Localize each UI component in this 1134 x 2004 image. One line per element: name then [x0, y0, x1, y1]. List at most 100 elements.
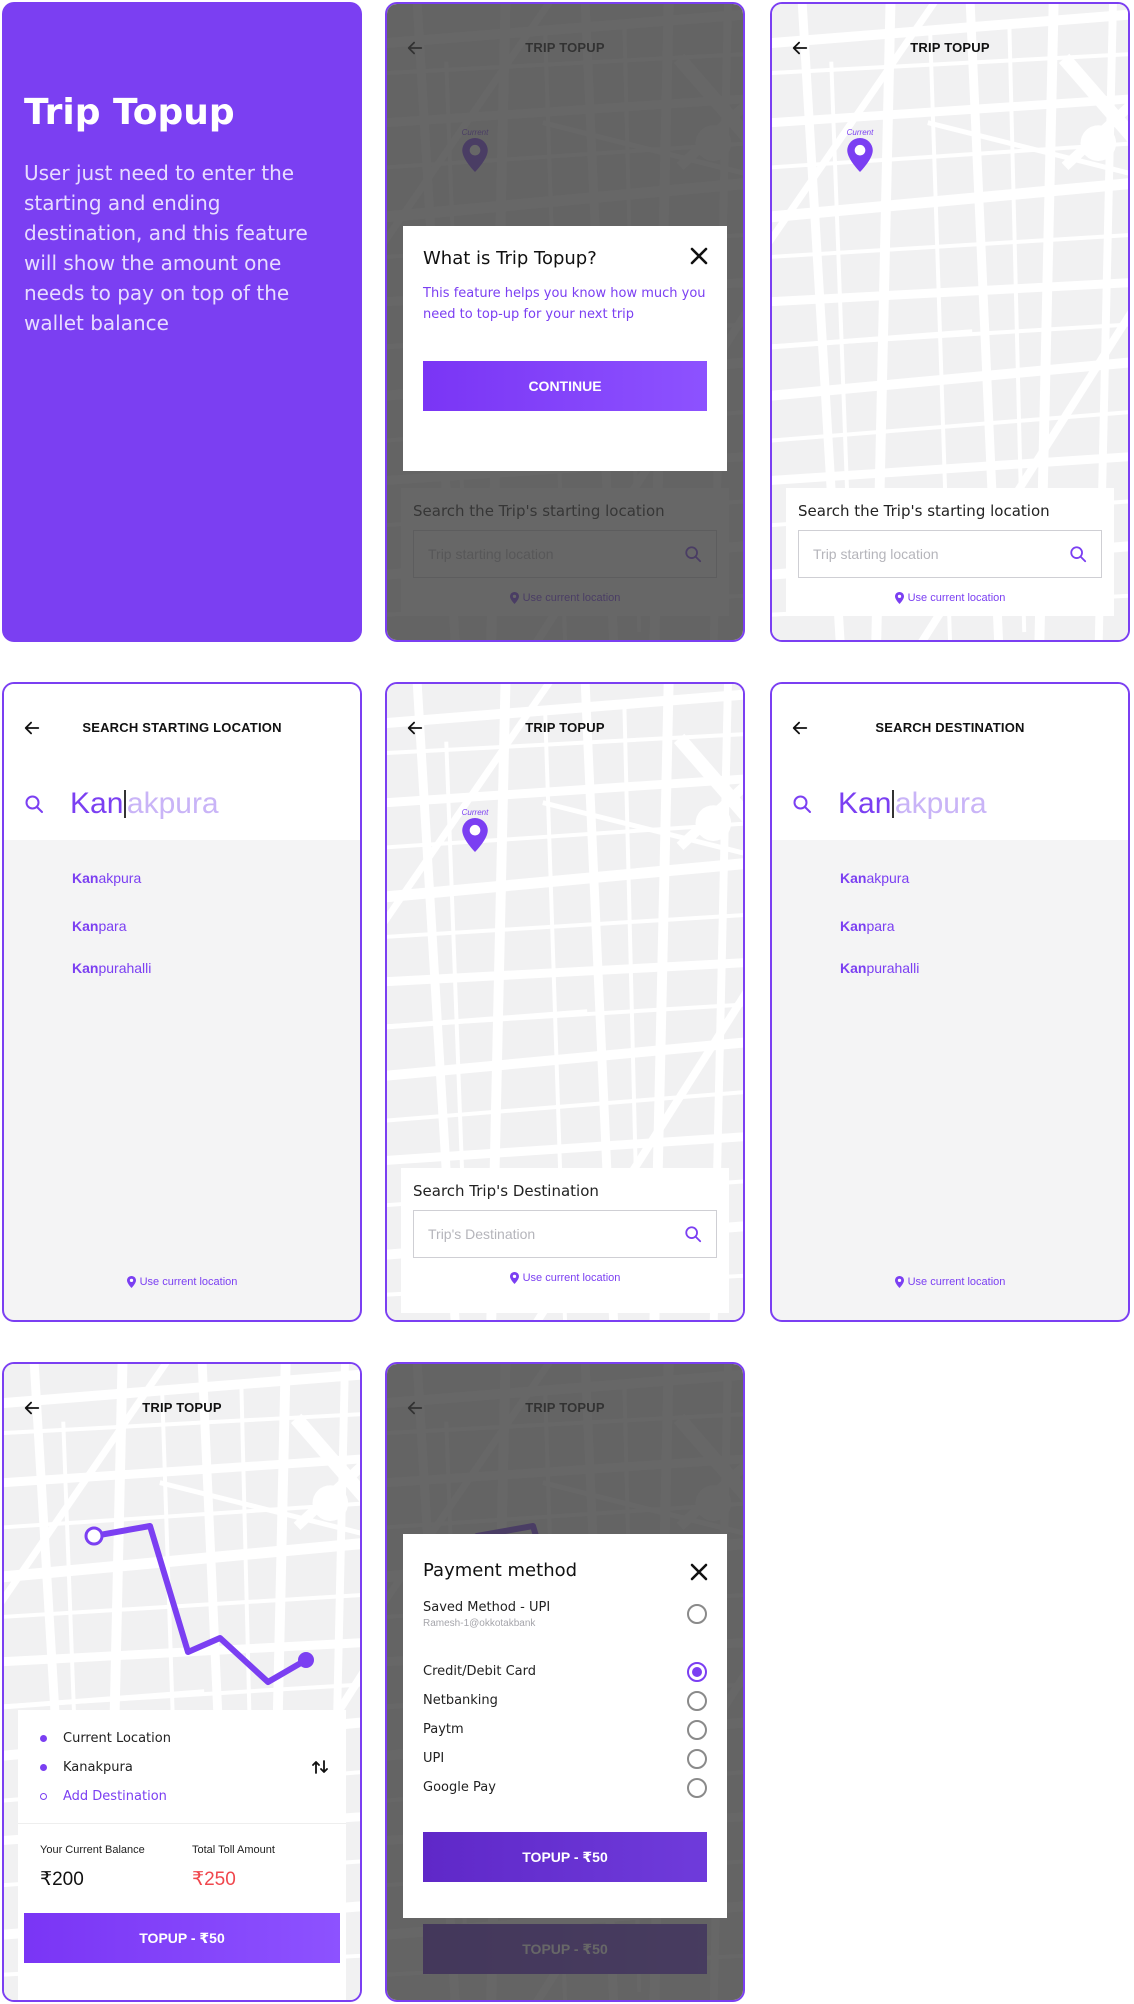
radio-button[interactable]: [687, 1719, 707, 1740]
screen-title: SEARCH STARTING LOCATION: [82, 720, 282, 735]
search-bar[interactable]: Kan akpura: [4, 768, 360, 840]
search-bar[interactable]: Kan akpura: [772, 768, 1128, 840]
suggestion-item[interactable]: Kanpara: [72, 918, 126, 934]
topup-button[interactable]: TOPUP - ₹50: [423, 1832, 707, 1882]
suggestion-item[interactable]: Kanakpura: [840, 870, 909, 886]
close-icon[interactable]: [689, 1562, 711, 1584]
use-current-location-link[interactable]: Use current location: [413, 1272, 717, 1284]
stop-dot: [40, 1735, 47, 1742]
screen-destination-search: TRIP TOPUP Current Search Trip's Destina…: [385, 682, 745, 1322]
use-current-location-link[interactable]: Use current location: [4, 1276, 360, 1288]
swap-icon[interactable]: [312, 1760, 328, 1778]
option-label: Paytm: [423, 1722, 464, 1737]
start-location-input[interactable]: [813, 546, 1053, 562]
use-current-label: Use current location: [907, 1276, 1006, 1288]
payment-option-card[interactable]: Credit/Debit Card: [423, 1657, 707, 1686]
location-pin-icon: [847, 138, 873, 172]
modal-description: This feature helps you know how much you…: [423, 286, 706, 322]
screen-start-search: TRIP TOPUP Current Search the Trip's sta…: [770, 2, 1130, 642]
use-current-location-link[interactable]: Use current location: [798, 592, 1102, 604]
header: TRIP TOPUP: [387, 684, 743, 768]
stop-destination[interactable]: Kanakpura: [18, 1753, 346, 1782]
location-pin-icon: [510, 1272, 519, 1284]
close-icon[interactable]: [689, 246, 711, 268]
suggestion-match: Kan: [840, 918, 867, 934]
add-destination-label: Add Destination: [63, 1789, 167, 1804]
location-pin-icon: [895, 1276, 904, 1288]
balance-value: ₹200: [40, 1869, 84, 1890]
autocomplete-ghost: akpura: [894, 787, 987, 820]
search-icon: [792, 794, 812, 814]
intro-panel: Trip Topup User just need to enter the s…: [2, 2, 362, 642]
topup-button[interactable]: TOPUP - ₹50: [24, 1913, 340, 1963]
use-current-label: Use current location: [522, 1272, 621, 1284]
payment-option-netbanking[interactable]: Netbanking: [423, 1686, 707, 1715]
destination-input[interactable]: [428, 1226, 668, 1242]
radio-button-selected[interactable]: [687, 1661, 707, 1682]
radio-button[interactable]: [687, 1748, 707, 1769]
radio-button[interactable]: [687, 1690, 707, 1711]
use-current-location-link[interactable]: Use current location: [772, 1276, 1128, 1288]
suggestion-rest: akpura: [98, 870, 142, 886]
payment-option-saved-upi[interactable]: Saved Method - UPI Ramesh-1@okkotakbank: [423, 1591, 707, 1637]
use-current-label: Use current location: [907, 592, 1006, 604]
suggestion-item[interactable]: Kanpara: [840, 918, 894, 934]
destination-search-card: Search Trip's Destination Use current lo…: [401, 1168, 729, 1313]
screen-search-destination: SEARCH DESTINATION Kan akpura Kanakpura K…: [770, 682, 1130, 1322]
search-heading: Search the Trip's starting location: [798, 502, 1050, 520]
text-caret: [892, 790, 894, 818]
suggestion-item[interactable]: Kanpurahalli: [840, 960, 919, 976]
current-location-pin: Current: [455, 808, 495, 857]
toll-label: Total Toll Amount: [192, 1844, 275, 1856]
search-heading: Search Trip's Destination: [413, 1182, 599, 1200]
stop-label: Current Location: [63, 1731, 171, 1746]
continue-button[interactable]: CONTINUE: [423, 361, 707, 411]
current-location-pin: Current: [840, 128, 880, 177]
payment-option-paytm[interactable]: Paytm: [423, 1715, 707, 1744]
payment-option-upi[interactable]: UPI: [423, 1744, 707, 1773]
search-icon[interactable]: [1069, 545, 1087, 563]
start-location-field[interactable]: [798, 530, 1102, 578]
option-label: Credit/Debit Card: [423, 1664, 536, 1679]
option-label: Netbanking: [423, 1693, 498, 1708]
balance-summary: Your Current Balance ₹200 Total Toll Amo…: [18, 1823, 346, 1891]
add-stop-dot: [40, 1793, 47, 1800]
saved-upi-id: Ramesh-1@okkotakbank: [423, 1617, 536, 1629]
radio-button[interactable]: [687, 1604, 707, 1624]
destination-field[interactable]: [413, 1210, 717, 1258]
stop-dot: [40, 1764, 47, 1771]
suggestion-item[interactable]: Kanakpura: [72, 870, 141, 886]
suggestion-match: Kan: [72, 960, 99, 976]
stop-label: Kanakpura: [63, 1760, 133, 1775]
suggestion-item[interactable]: Kanpurahalli: [72, 960, 151, 976]
autocomplete-ghost: akpura: [126, 787, 219, 820]
suggestion-match: Kan: [72, 870, 99, 886]
typed-query[interactable]: Kan: [70, 787, 123, 821]
payment-option-google-pay[interactable]: Google Pay: [423, 1773, 707, 1802]
screen-payment-method: TRIP TOPUP TOPUP - ₹50 Payment method Sa…: [385, 1362, 745, 2002]
suggestion-match: Kan: [840, 870, 867, 886]
pin-label: Current: [461, 808, 489, 817]
start-search-card: Search the Trip's starting location Use …: [786, 488, 1114, 616]
option-label: UPI: [423, 1751, 445, 1766]
screen-info-modal: TRIP TOPUP Current Search the Trip's sta…: [385, 2, 745, 642]
use-current-label: Use current location: [139, 1276, 238, 1288]
suggestion-match: Kan: [72, 918, 99, 934]
search-icon[interactable]: [684, 1225, 702, 1243]
typed-query[interactable]: Kan: [838, 787, 891, 821]
screen-title: TRIP TOPUP: [142, 1400, 222, 1415]
screen-search-start: SEARCH STARTING LOCATION Kan akpura Kanak…: [2, 682, 362, 1322]
radio-button[interactable]: [687, 1777, 707, 1798]
route-start-marker: [84, 1526, 104, 1546]
location-pin-icon: [895, 592, 904, 604]
suggestion-match: Kan: [840, 960, 867, 976]
stop-current-location[interactable]: Current Location: [18, 1724, 346, 1753]
location-pin-icon: [127, 1276, 136, 1288]
info-modal: What is Trip Topup? This feature helps y…: [403, 226, 727, 471]
add-destination-button[interactable]: Add Destination: [18, 1782, 346, 1811]
suggestion-rest: purahalli: [866, 960, 920, 976]
intro-title: Trip Topup: [24, 92, 235, 133]
intro-body: User just need to enter the starting and…: [24, 161, 308, 335]
payment-modal: Payment method Saved Method - UPI Ramesh…: [403, 1534, 727, 1918]
header: TRIP TOPUP: [4, 1364, 360, 1448]
